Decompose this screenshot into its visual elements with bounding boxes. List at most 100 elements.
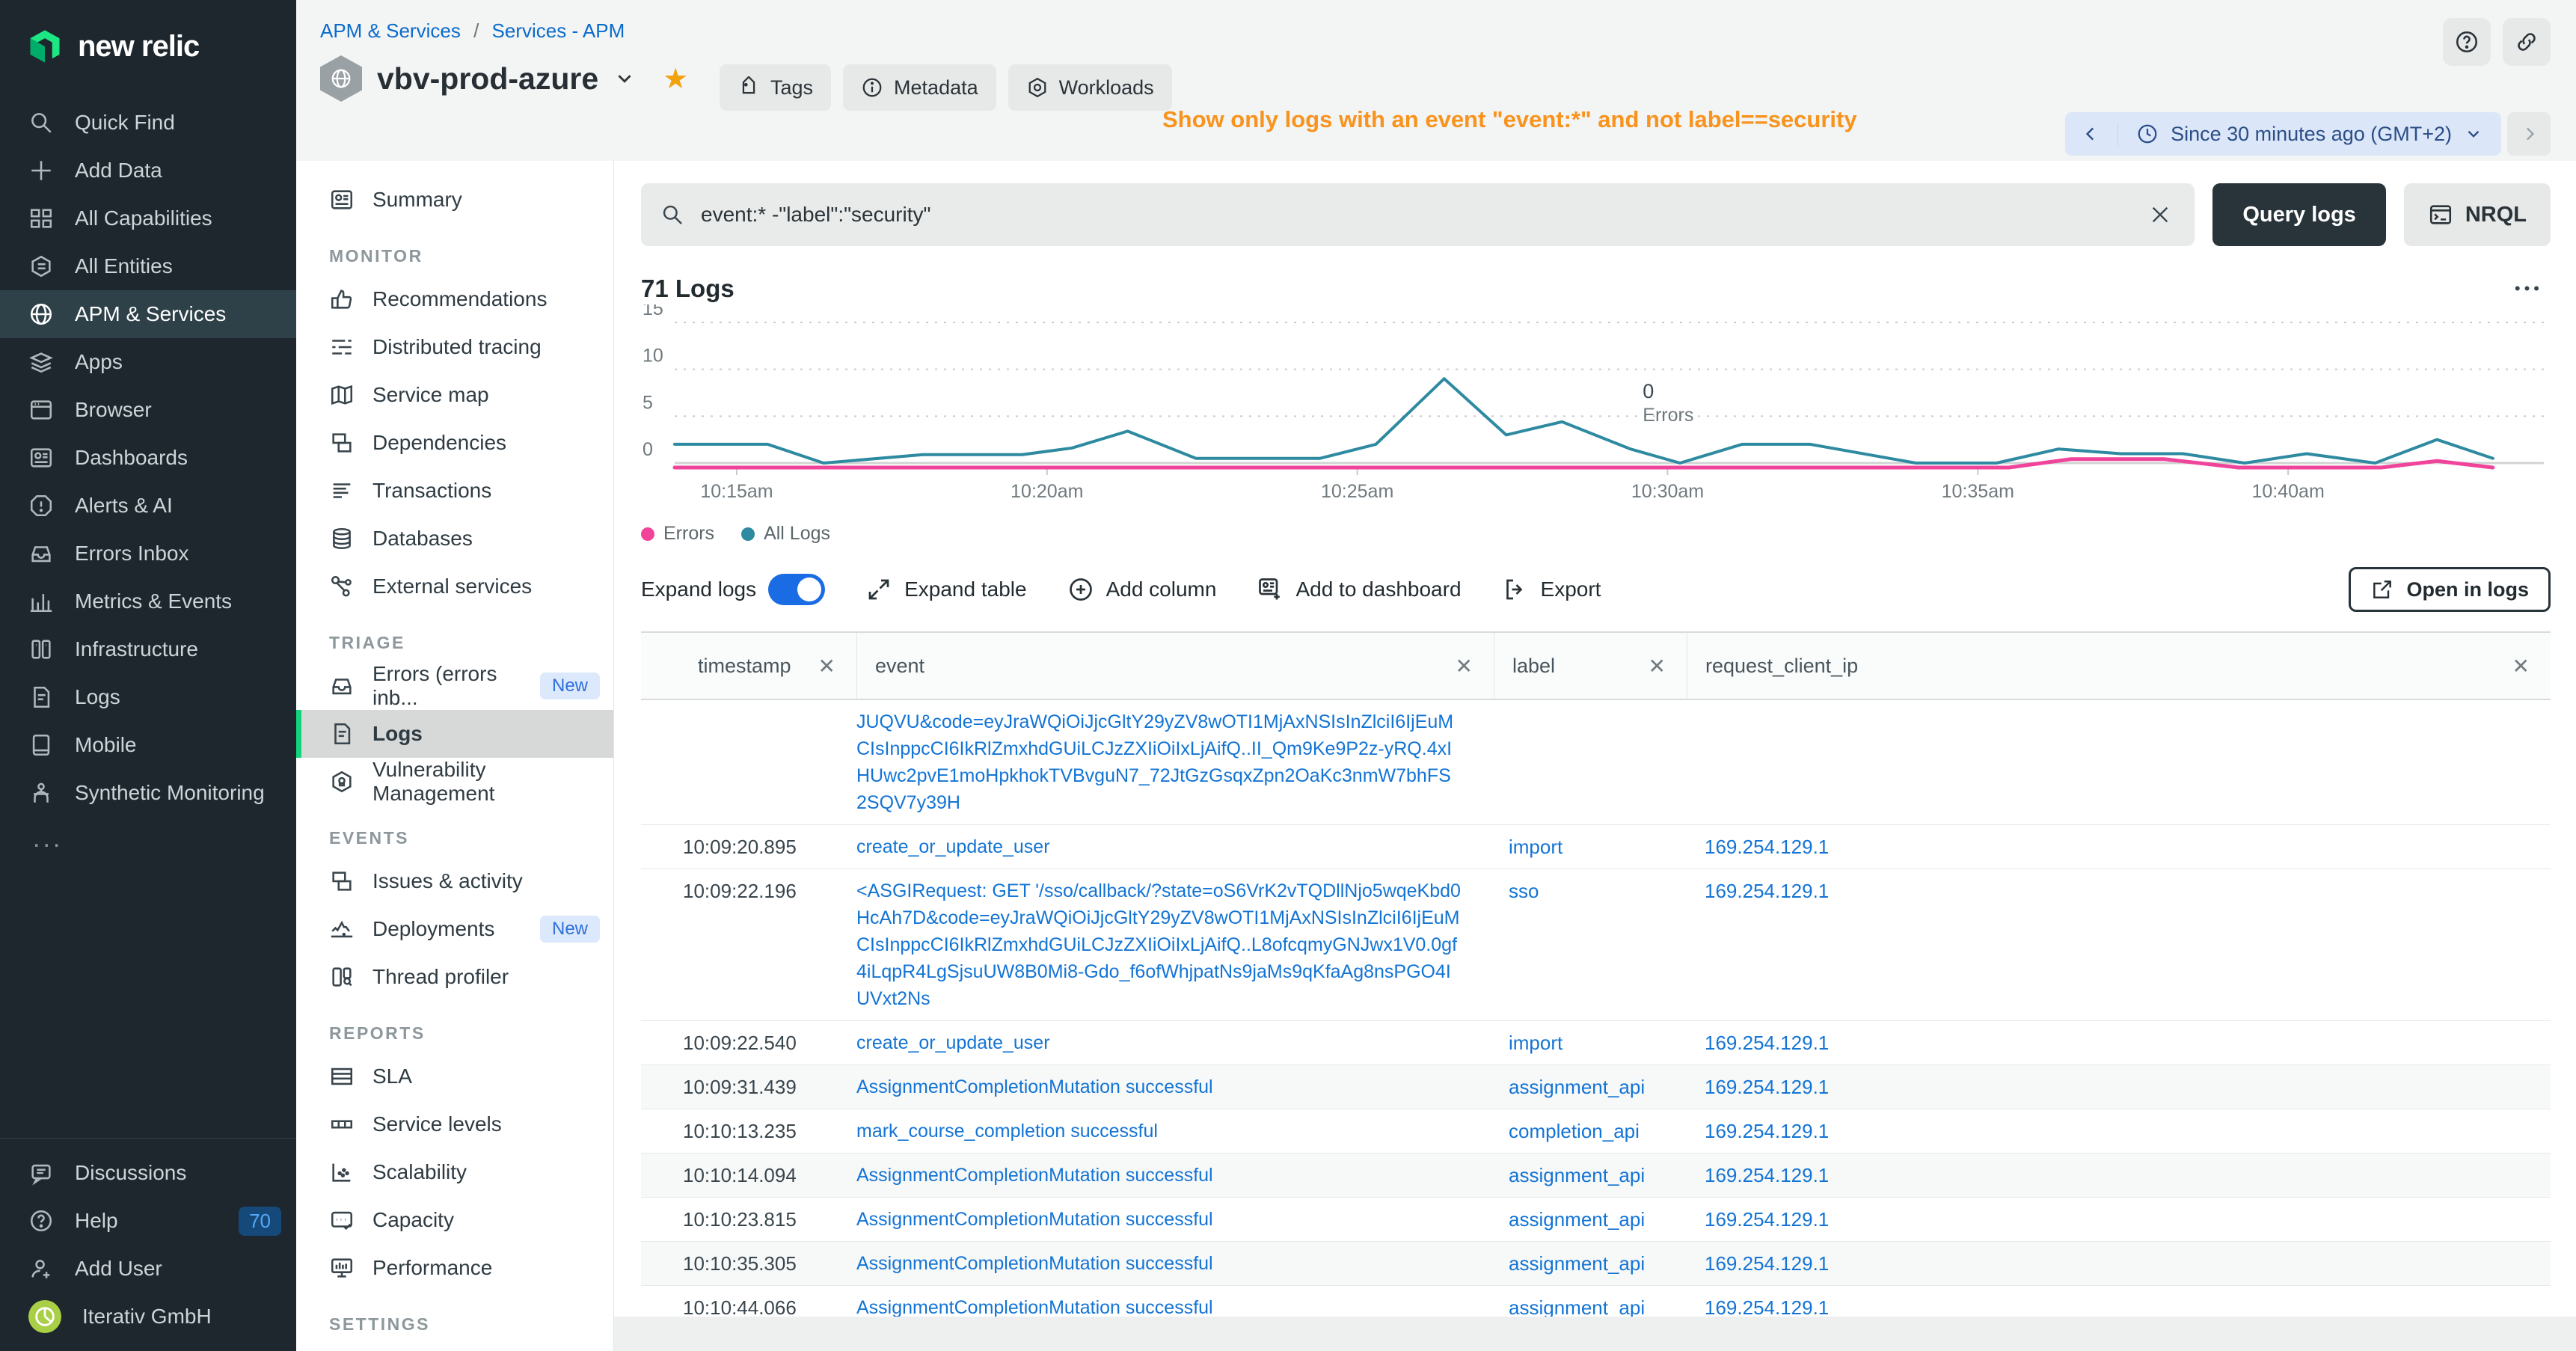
remove-column-button[interactable]: ✕ [812,654,841,678]
log-table-row[interactable]: 10:09:22.196 <ASGIRequest: GET '/sso/cal… [641,869,2551,1021]
log-event-link[interactable]: create_or_update_user [856,1021,1494,1064]
subnav-item-sla[interactable]: SLA [296,1053,613,1100]
sidebar-item-dashboards[interactable]: Dashboards [0,434,296,482]
subnav-item-issues-activity[interactable]: Issues & activity [296,857,613,905]
log-table-row[interactable]: 10:09:22.540 create_or_update_user impor… [641,1021,2551,1065]
add-to-dashboard-button[interactable]: Add to dashboard [1257,576,1461,603]
subnav-item-scalability[interactable]: Scalability [296,1148,613,1196]
sidebar-item-add-data[interactable]: Add Data [0,147,296,194]
log-ip-link[interactable]: 169.254.129.1 [1687,1242,2551,1285]
log-table-row[interactable]: 10:09:20.895 create_or_update_user impor… [641,825,2551,869]
log-event-link[interactable]: AssignmentCompletionMutation successful [856,1154,1494,1197]
log-table-row[interactable]: 10:10:35.305 AssignmentCompletionMutatio… [641,1242,2551,1286]
log-ip-link[interactable]: 169.254.129.1 [1687,1109,2551,1153]
log-table-row[interactable]: 10:09:31.439 AssignmentCompletionMutatio… [641,1065,2551,1109]
sidebar-more-button[interactable]: ... [0,817,296,854]
favorite-star-icon[interactable]: ★ [663,62,688,96]
sidebar-item-mobile[interactable]: Mobile [0,721,296,769]
log-ip-link[interactable]: 169.254.129.1 [1687,1021,2551,1064]
log-event-link[interactable]: AssignmentCompletionMutation successful [856,1065,1494,1109]
sidebar-item-logs[interactable]: Logs [0,673,296,721]
chart-menu-button[interactable]: ••• [2507,275,2551,303]
log-event-link[interactable]: AssignmentCompletionMutation successful [856,1242,1494,1285]
sidebar-item-browser[interactable]: Browser [0,386,296,434]
logs-timeseries-chart[interactable]: 05101510:15am10:20am10:25am10:30am10:35a… [641,304,2551,521]
toggle-switch-on[interactable] [768,574,825,605]
sidebar-item-all-capabilities[interactable]: All Capabilities [0,194,296,242]
sidebar-item-apm-services[interactable]: APM & Services [0,290,296,338]
sidebar-item-metrics-events[interactable]: Metrics & Events [0,578,296,625]
new-relic-logo[interactable]: new relic [0,0,296,66]
sidebar-item-all-entities[interactable]: All Entities [0,242,296,290]
add-column-button[interactable]: Add column [1067,576,1217,603]
subnav-item-dependencies[interactable]: Dependencies [296,419,613,467]
remove-column-button[interactable]: ✕ [1643,654,1672,678]
chevron-down-icon[interactable] [613,67,636,90]
sidebar-item-quick-find[interactable]: Quick Find [0,99,296,147]
query-logs-button[interactable]: Query logs [2212,183,2386,246]
sidebar-item-synthetic-monitoring[interactable]: Synthetic Monitoring [0,769,296,817]
subnav-item-transactions[interactable]: Transactions [296,467,613,515]
sidebar-item-infrastructure[interactable]: Infrastructure [0,625,296,673]
help-button[interactable] [2443,18,2491,66]
log-query-input[interactable] [699,202,2130,227]
log-event-link[interactable]: mark_course_completion successful [856,1109,1494,1153]
log-ip-link[interactable]: 169.254.129.1 [1687,869,2551,1020]
subnav-item-errors-inbox[interactable]: Errors (errors inb... New [296,662,613,710]
sidebar-item-discussions[interactable]: Discussions [0,1149,296,1197]
log-label-link[interactable]: assignment_api [1494,1242,1687,1285]
legend-item-all-logs[interactable]: All Logs [741,523,830,545]
subnav-item-deployments[interactable]: Deployments New [296,905,613,953]
subnav-item-distributed-tracing[interactable]: Distributed tracing [296,323,613,371]
log-ip-link[interactable]: 169.254.129.1 [1687,1154,2551,1197]
subnav-item-summary[interactable]: Summary [296,176,613,224]
log-label-link[interactable]: completion_api [1494,1109,1687,1153]
export-button[interactable]: Export [1502,576,1601,603]
sidebar-item-alerts-ai[interactable]: Alerts & AI [0,482,296,530]
sidebar-item-help[interactable]: Help 70 [0,1197,296,1245]
log-label-link[interactable]: assignment_api [1494,1065,1687,1109]
log-ip-link[interactable]: 169.254.129.1 [1687,1065,2551,1109]
sidebar-item-errors-inbox[interactable]: Errors Inbox [0,530,296,578]
log-event-link[interactable]: create_or_update_user [856,825,1494,868]
remove-column-button[interactable]: ✕ [1450,654,1479,678]
expand-logs-toggle[interactable]: Expand logs [641,574,825,605]
log-ip-link[interactable] [1687,700,2551,824]
log-event-link[interactable]: JUQVU&code=eyJraWQiOiJjcGltY29yZV8wOTI1M… [856,700,1494,824]
clear-query-button[interactable] [2145,200,2175,230]
log-label-link[interactable]: sso [1494,869,1687,1020]
subnav-item-recommendations[interactable]: Recommendations [296,275,613,323]
breadcrumb-apm-services[interactable]: APM & Services [320,19,461,42]
log-table-row[interactable]: 10:10:14.094 AssignmentCompletionMutatio… [641,1154,2551,1198]
subnav-item-service-levels[interactable]: Service levels [296,1100,613,1148]
tags-button[interactable]: Tags [720,64,831,111]
log-label-link[interactable]: assignment_api [1494,1198,1687,1241]
subnav-item-vulnerability-management[interactable]: Vulnerability Management [296,758,613,806]
log-label-link[interactable] [1494,700,1687,824]
time-back-button[interactable] [2065,112,2117,156]
subnav-item-capacity[interactable]: Capacity [296,1196,613,1244]
log-table-row[interactable]: 10:10:13.235 mark_course_completion succ… [641,1109,2551,1154]
horizontal-scrollbar-track[interactable] [614,1317,2576,1351]
sidebar-item-account[interactable]: Iterativ GmbH [0,1293,296,1341]
breadcrumb-services-apm[interactable]: Services - APM [492,19,625,42]
log-label-link[interactable]: import [1494,1021,1687,1064]
copy-link-button[interactable] [2503,18,2551,66]
legend-item-errors[interactable]: Errors [641,523,714,545]
subnav-item-service-map[interactable]: Service map [296,371,613,419]
subnav-item-thread-profiler[interactable]: Thread profiler [296,953,613,1001]
time-forward-button[interactable] [2507,112,2551,156]
log-table-row[interactable]: JUQVU&code=eyJraWQiOiJjcGltY29yZV8wOTI1M… [641,700,2551,825]
subnav-item-logs[interactable]: Logs [296,710,613,758]
time-range-dropdown[interactable]: Since 30 minutes ago (GMT+2) [2117,123,2501,146]
log-event-link[interactable]: <ASGIRequest: GET '/sso/callback/?state=… [856,869,1494,1020]
log-ip-link[interactable]: 169.254.129.1 [1687,1198,2551,1241]
subnav-item-external-services[interactable]: External services [296,563,613,610]
sidebar-item-add-user[interactable]: Add User [0,1245,296,1293]
log-label-link[interactable]: import [1494,825,1687,868]
log-ip-link[interactable]: 169.254.129.1 [1687,825,2551,868]
expand-table-button[interactable]: Expand table [865,576,1026,603]
metadata-button[interactable]: Metadata [843,64,996,111]
open-in-logs-button[interactable]: Open in logs [2349,567,2551,612]
log-event-link[interactable]: AssignmentCompletionMutation successful [856,1198,1494,1241]
